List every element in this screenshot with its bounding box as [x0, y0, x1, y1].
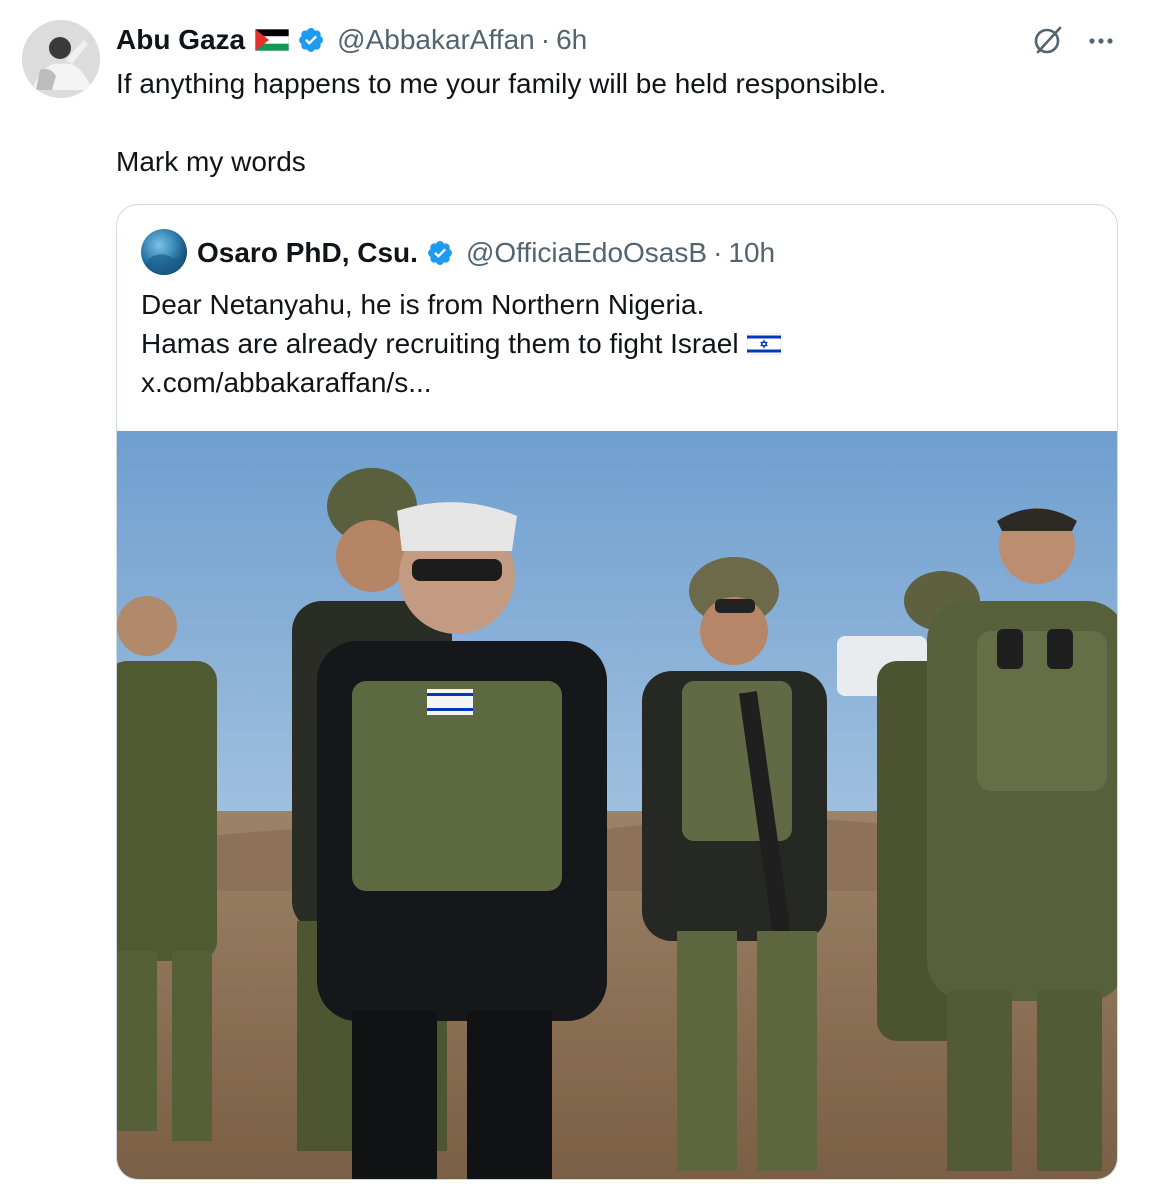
- quoted-tweet-card[interactable]: Osaro PhD, Csu. @OfficiaEdoOsasB · 10h D…: [116, 204, 1118, 1180]
- author-handle[interactable]: @AbbakarAffan: [337, 24, 535, 56]
- separator-dot: ·: [540, 24, 551, 55]
- quoted-tweet-link[interactable]: x.com/abbakaraffan/s...: [141, 363, 1091, 402]
- grok-icon[interactable]: [1030, 22, 1066, 58]
- author-avatar[interactable]: [22, 20, 100, 98]
- quoted-author-name[interactable]: Osaro PhD, Csu.: [197, 237, 418, 269]
- quoted-tweet-header: Osaro PhD, Csu. @OfficiaEdoOsasB · 10h: [197, 233, 775, 273]
- tweet-time[interactable]: 6h: [556, 24, 587, 56]
- quoted-tweet-time[interactable]: 10h: [728, 237, 775, 269]
- quoted-text-line: Dear Netanyahu, he is from Northern Nige…: [141, 289, 705, 320]
- tweet: Abu Gaza @AbbakarAffan · 6h If anything …: [0, 0, 1153, 1200]
- tweet-header: Abu Gaza @AbbakarAffan · 6h: [116, 20, 587, 60]
- quoted-author-handle[interactable]: @OfficiaEdoOsasB: [466, 237, 707, 269]
- verified-badge-icon: [426, 239, 454, 267]
- tweet-text-line: If anything happens to me your family wi…: [116, 68, 887, 99]
- quoted-author-avatar[interactable]: [141, 229, 187, 275]
- quoted-text-line-with-flag: Hamas are already recruiting them to fig…: [141, 324, 1091, 363]
- quoted-text-line: Hamas are already recruiting them to fig…: [141, 328, 739, 359]
- tweet-text-line: Mark my words: [116, 146, 306, 177]
- tweet-text: If anything happens to me your family wi…: [116, 64, 1116, 181]
- quoted-tweet-text: Dear Netanyahu, he is from Northern Nige…: [141, 285, 1091, 402]
- author-name[interactable]: Abu Gaza: [116, 24, 245, 56]
- israel-flag-icon: [746, 326, 782, 356]
- separator-dot: ·: [713, 237, 723, 268]
- more-options-icon[interactable]: [1086, 26, 1116, 56]
- palestine-flag-icon: [254, 28, 290, 52]
- quoted-tweet-photo[interactable]: [117, 431, 1117, 1179]
- verified-badge-icon: [297, 26, 325, 54]
